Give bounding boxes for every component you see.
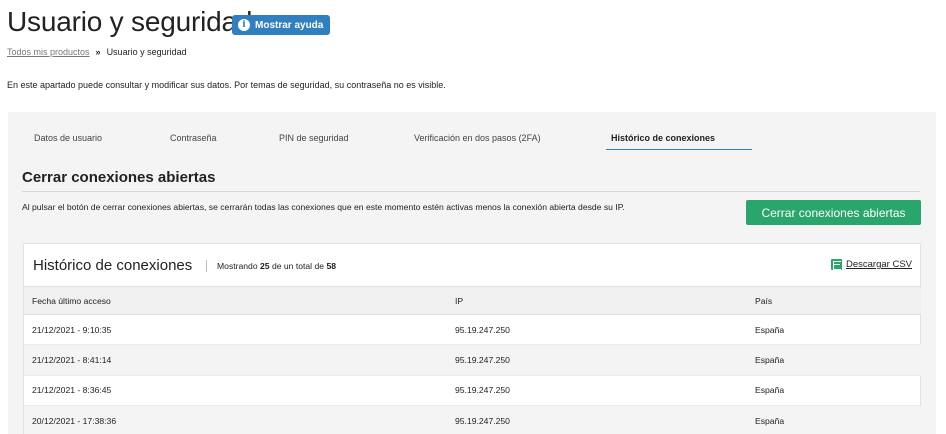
table-row: 21/12/2021 - 8:41:14 95.19.247.250 Españ…	[24, 344, 921, 376]
breadcrumb-current: Usuario y seguridad	[106, 47, 187, 57]
header-divider	[206, 260, 207, 272]
table-header-row: Fecha último acceso IP País	[24, 286, 921, 315]
cell-ip: 95.19.247.250	[447, 314, 747, 346]
cell-last-access: 20/12/2021 - 17:38:36	[24, 405, 447, 434]
history-title: Histórico de conexiones	[33, 257, 193, 274]
cell-last-access: 21/12/2021 - 8:36:45	[24, 375, 447, 407]
cell-country: España	[747, 405, 921, 434]
results-count: Mostrando 25 de un total de 58	[217, 261, 336, 271]
tab-password[interactable]: Contraseña	[170, 133, 217, 143]
close-connections-button[interactable]: Cerrar conexiones abiertas	[746, 200, 921, 225]
connection-history-table: Fecha último acceso IP País 21/12/2021 -…	[24, 286, 921, 434]
spreadsheet-icon	[831, 259, 842, 270]
info-icon: i	[238, 19, 250, 31]
show-help-label: Mostrar ayuda	[255, 19, 324, 31]
breadcrumb-link-products[interactable]: Todos mis productos	[7, 47, 90, 57]
column-header-ip: IP	[447, 286, 747, 315]
close-connections-description: Al pulsar el botón de cerrar conexiones …	[22, 202, 625, 212]
active-tab-indicator	[606, 149, 752, 150]
cell-country: España	[747, 314, 921, 346]
tab-user-data[interactable]: Datos de usuario	[34, 133, 102, 143]
count-shown: 25	[260, 261, 270, 271]
download-csv-label: Descargar CSV	[846, 259, 912, 270]
card-header: Histórico de conexiones Mostrando 25 de …	[24, 244, 920, 286]
close-connections-title: Cerrar conexiones abiertas	[22, 169, 216, 186]
column-header-country: País	[747, 286, 921, 315]
breadcrumb: Todos mis productos » Usuario y segurida…	[7, 47, 187, 57]
section-divider	[22, 191, 920, 192]
connection-history-card: Histórico de conexiones Mostrando 25 de …	[23, 243, 921, 434]
cell-last-access: 21/12/2021 - 8:41:14	[24, 344, 447, 376]
table-row: 20/12/2021 - 17:38:36 95.19.247.250 Espa…	[24, 405, 921, 434]
table-row: 21/12/2021 - 8:36:45 95.19.247.250 Españ…	[24, 375, 921, 407]
tab-connection-history[interactable]: Histórico de conexiones	[611, 133, 715, 143]
download-csv-link[interactable]: Descargar CSV	[831, 259, 912, 270]
show-help-button[interactable]: i Mostrar ayuda	[232, 15, 331, 35]
breadcrumb-separator: »	[95, 47, 101, 57]
page-title: Usuario y seguridad	[7, 6, 253, 37]
tab-bar: Datos de usuario Contraseña PIN de segur…	[8, 112, 936, 150]
cell-ip: 95.19.247.250	[447, 405, 747, 434]
cell-country: España	[747, 344, 921, 376]
cell-ip: 95.19.247.250	[447, 375, 747, 407]
cell-country: España	[747, 375, 921, 407]
count-prefix: Mostrando	[217, 261, 258, 271]
content-panel: Datos de usuario Contraseña PIN de segur…	[8, 112, 936, 434]
cell-ip: 95.19.247.250	[447, 344, 747, 376]
table-row: 21/12/2021 - 9:10:35 95.19.247.250 Españ…	[24, 314, 921, 346]
cell-last-access: 21/12/2021 - 9:10:35	[24, 314, 447, 346]
tab-security-pin[interactable]: PIN de seguridad	[279, 133, 349, 143]
tab-two-factor[interactable]: Verificación en dos pasos (2FA)	[414, 133, 541, 143]
count-total: 58	[326, 261, 336, 271]
count-middle: de un total de	[271, 261, 325, 271]
column-header-last-access: Fecha último acceso	[24, 286, 447, 315]
intro-text: En este apartado puede consultar y modif…	[7, 80, 446, 90]
